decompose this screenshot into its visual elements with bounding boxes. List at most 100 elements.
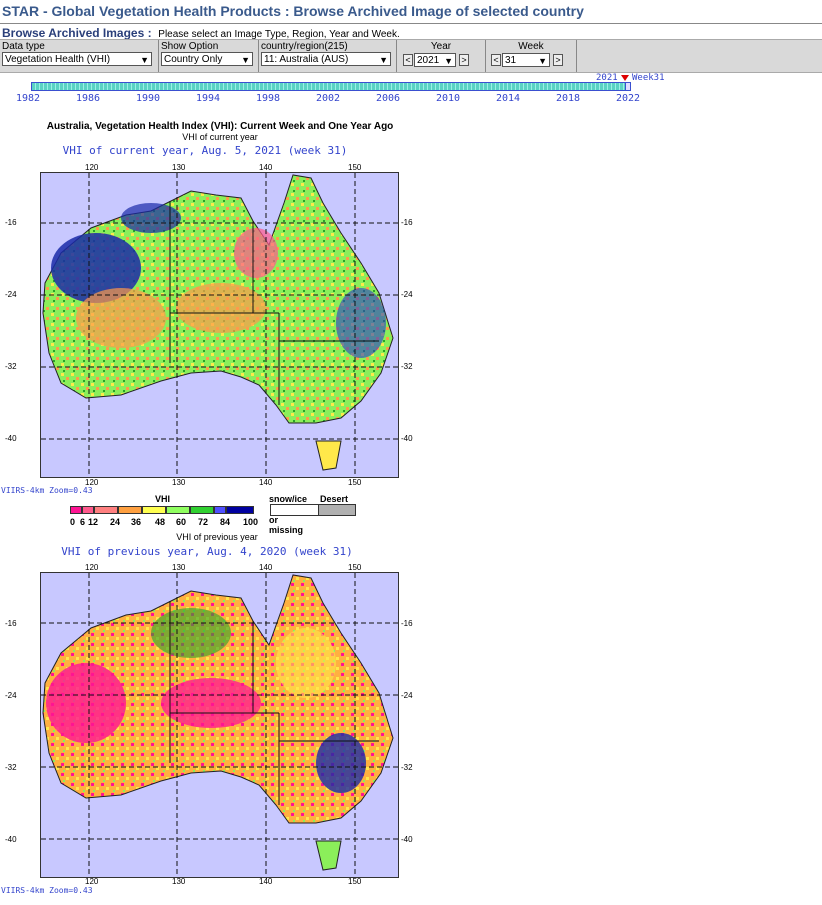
vhi-mid-region (276, 628, 336, 698)
chevron-down-icon: ▼ (140, 55, 149, 65)
week-value: 31 (505, 55, 517, 66)
country-value: 11: Australia (AUS) (264, 54, 349, 65)
data-type-label: Data type (2, 41, 45, 52)
previous-subtitle: VHI of previous year (176, 532, 258, 542)
timeline-end-handle[interactable] (625, 82, 631, 91)
snow-label: snow/ice (269, 494, 308, 504)
week-prev-button[interactable]: < (491, 54, 501, 66)
lon-label: 140 (259, 478, 273, 487)
year-next-button[interactable]: > (459, 54, 469, 66)
lon-label: 130 (172, 563, 186, 572)
timeline-bar[interactable] (31, 82, 629, 91)
timeline-tick[interactable]: 2014 (496, 93, 520, 104)
tasmania (315, 840, 342, 871)
year-group: Year < 2021 ▼ > (397, 40, 486, 72)
legend-swatch (190, 506, 214, 514)
lon-label: 120 (85, 563, 99, 572)
lat-label: -40 (5, 835, 17, 844)
chevron-down-icon: ▼ (241, 55, 250, 65)
zoom-note: VIIRS-4km Zoom=0.43 (1, 886, 93, 895)
legend-swatch (82, 506, 94, 514)
browse-label: Browse Archived Images : (2, 26, 152, 40)
timeline-tick[interactable]: 2018 (556, 93, 580, 104)
desert-swatch (318, 504, 356, 516)
show-option-label: Show Option (161, 41, 219, 52)
week-group: Week < 31 ▼ > (486, 40, 577, 72)
timeline-tick[interactable]: 1982 (16, 93, 40, 104)
year-prev-button[interactable]: < (403, 54, 413, 66)
tasmania (315, 440, 342, 471)
timeline-tick[interactable]: 1998 (256, 93, 280, 104)
vhi-low-region (234, 228, 278, 278)
lon-label: 150 (348, 163, 362, 172)
lon-label: 130 (172, 478, 186, 487)
legend-value: 48 (155, 517, 166, 527)
legend-swatch (226, 506, 254, 514)
vhi-high-region (121, 203, 181, 233)
legend-value: 72 (198, 517, 209, 527)
desert-label: Desert (320, 494, 349, 504)
timeline-tick[interactable]: 1990 (136, 93, 160, 104)
lat-label: -40 (5, 434, 17, 443)
legend-value: 60 (176, 517, 187, 527)
timeline-current-week: Week31 (632, 73, 665, 83)
lat-label: -24 (5, 290, 17, 299)
lat-label: -16 (401, 619, 413, 628)
show-option-value: Country Only (164, 54, 223, 65)
chevron-down-icon: ▼ (444, 56, 453, 66)
legend-value: 84 (220, 517, 231, 527)
lat-label: -40 (401, 434, 413, 443)
vhi-high-region (336, 288, 386, 358)
chevron-down-icon: ▼ (379, 55, 388, 65)
timeline-marker-icon (621, 75, 629, 81)
current-vhi-map (40, 172, 399, 478)
lat-label: -24 (401, 691, 413, 700)
current-caption: VHI of current year, Aug. 5, 2021 (week … (62, 144, 348, 157)
legend-swatch (214, 506, 226, 514)
legend-swatch (142, 506, 166, 514)
timeline-tick[interactable]: 2002 (316, 93, 340, 104)
legend-swatch (94, 506, 118, 514)
legend-title: VHI (155, 494, 171, 504)
lat-label: -24 (5, 691, 17, 700)
control-bar: Data type Vegetation Health (VHI) ▼ Show … (0, 39, 822, 73)
legend-value: 24 (110, 517, 121, 527)
timeline-tick[interactable]: 2022 (616, 93, 640, 104)
vhi-mid-region (151, 608, 231, 658)
legend-swatch (70, 506, 82, 514)
legend-value: 6 (80, 517, 86, 527)
lon-label: 150 (348, 563, 362, 572)
figure-title: Australia, Vegetation Health Index (VHI)… (46, 121, 394, 132)
lat-label: -32 (5, 763, 17, 772)
legend-value: 100 (243, 517, 259, 527)
timeline-tick[interactable]: 2006 (376, 93, 400, 104)
timeline-tick[interactable]: 1994 (196, 93, 220, 104)
browse-header: Browse Archived Images : Please select a… (2, 26, 400, 40)
vhi-high-region (316, 733, 366, 793)
week-next-button[interactable]: > (553, 54, 563, 66)
data-type-select[interactable]: Vegetation Health (VHI) ▼ (2, 52, 152, 66)
timeline-tick[interactable]: 1986 (76, 93, 100, 104)
legend-value: 36 (131, 517, 142, 527)
lat-label: -16 (401, 218, 413, 227)
divider (0, 23, 822, 24)
country-group: country/region(215) 11: Australia (AUS) ▼ (259, 40, 397, 72)
legend-value: 0 (70, 517, 76, 527)
year-label: Year (430, 41, 452, 52)
lon-label: 130 (172, 877, 186, 886)
lat-label: -40 (401, 835, 413, 844)
timeline-tick[interactable]: 2010 (436, 93, 460, 104)
show-option-select[interactable]: Country Only ▼ (161, 52, 253, 66)
lon-label: 130 (172, 163, 186, 172)
week-select[interactable]: 31 ▼ (502, 53, 550, 67)
legend-swatch (166, 506, 190, 514)
country-select[interactable]: 11: Australia (AUS) ▼ (261, 52, 391, 66)
lat-label: -32 (401, 362, 413, 371)
lon-label: 140 (259, 563, 273, 572)
zoom-note: VIIRS-4km Zoom=0.43 (1, 486, 93, 495)
year-select[interactable]: 2021 ▼ (414, 53, 456, 67)
show-option-group: Show Option Country Only ▼ (159, 40, 259, 72)
lat-label: -16 (5, 619, 17, 628)
lon-label: 150 (348, 478, 362, 487)
country-label: country/region(215) (261, 41, 348, 52)
